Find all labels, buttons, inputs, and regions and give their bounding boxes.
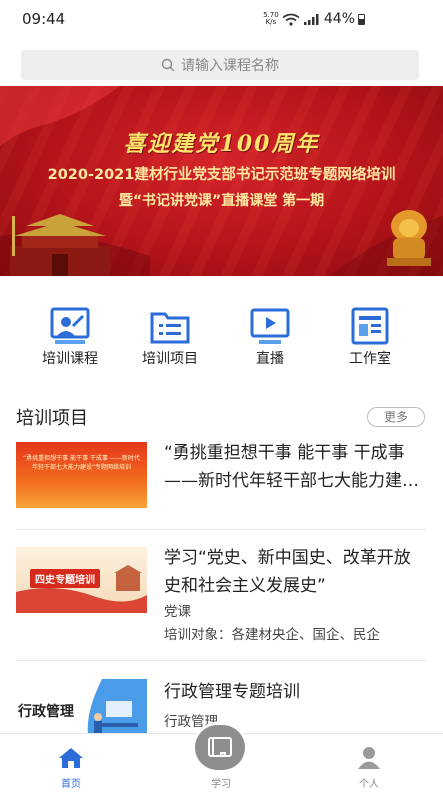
search-placeholder: 请输入课程名称 [181,58,279,74]
banner-headline: 喜迎建党100周年 [123,131,320,157]
quick-item-training-projects[interactable]: 培训项目 [120,300,220,370]
tab-profile[interactable]: 个人 [314,734,424,795]
tiananmen-building-icon [10,214,110,276]
quick-item-studio[interactable]: 工作室 [320,300,420,370]
quick-item-live[interactable]: 直播 [220,300,320,370]
search-icon [161,58,175,72]
search-input[interactable]: 请输入课程名称 [21,50,419,80]
course-category: 行政管理 [164,714,218,730]
divider [16,660,427,661]
thumbnail-text: 行政管理 [18,704,74,720]
person-icon [358,747,380,769]
quick-menu: 培训课程 培训项目 直播 工作室 [0,300,443,370]
signal-icon [303,13,319,25]
home-icon [59,748,83,768]
course-title: 学习“党史、新中国史、改革开放史和社会主义发展史” [164,548,411,596]
course-title: “勇挑重担想干事 能干事 干成事 ——新时代年轻干部七大能力建设”专题网络培训 [164,443,405,491]
document-icon [351,307,389,345]
status-indicators: 5.70 K/s 44% [263,11,365,27]
network-speed: 5.70 K/s [263,12,279,26]
book-icon [208,737,232,757]
more-button[interactable]: 更多 [367,407,425,427]
quick-item-label: 直播 [256,351,284,367]
divider [16,529,427,530]
quick-item-training-courses[interactable]: 培训课程 [20,300,120,370]
wifi-icon [282,13,300,26]
tab-label: 个人 [359,779,379,790]
course-audience: 培训对象：各建材央企、国企、民企 [164,627,380,643]
banner-subtitle: 2020-2021建材行业党支部书记示范班专题网络培训 [47,167,396,183]
course-thumbnail: 四史专题培训 [16,547,147,613]
status-bar: 09:44 5.70 K/s 44% [0,0,443,38]
tab-label: 学习 [211,779,231,790]
course-title: 行政管理专题培训 [164,682,300,702]
list-item[interactable]: 四史专题培训 学习“党史、新中国史、改革开放史和社会主义发展史” 党课 培训对象… [0,540,443,665]
battery-icon [358,13,365,25]
course-category: 党课 [164,604,191,620]
section-header: 培训项目 更多 [0,402,443,430]
quick-item-label: 培训项目 [142,351,198,367]
thumbnail-text: 四史专题培训 [30,569,100,588]
quick-item-label: 培训课程 [42,351,98,367]
promo-banner[interactable]: 喜迎建党100周年 2020-2021建材行业党支部书记示范班专题网络培训 暨“… [0,86,443,276]
status-time: 09:44 [22,10,66,28]
thumbnail-text: “勇挑重担想干事 能干事 干成事 ——新时代年轻干部七大能力建设”专题网络培训 [23,455,140,471]
section-title: 培训项目 [16,408,88,429]
stone-lion-icon [387,210,431,266]
quick-item-label: 工作室 [349,351,391,367]
teacher-icon [50,307,90,344]
network-speed-unit: K/s [265,18,277,26]
battery-percent: 44% [323,11,355,27]
tab-label: 首页 [61,779,81,790]
study-center-button[interactable] [195,725,245,770]
banner-subtitle-2: 暨“书记讲党课”直播课堂 第一期 [118,193,325,209]
tab-home[interactable]: 首页 [16,734,126,795]
folder-list-icon [150,312,190,344]
play-screen-icon [250,308,290,344]
course-thumbnail: “勇挑重担想干事 能干事 干成事 ——新时代年轻干部七大能力建设”专题网络培训 [16,442,147,508]
